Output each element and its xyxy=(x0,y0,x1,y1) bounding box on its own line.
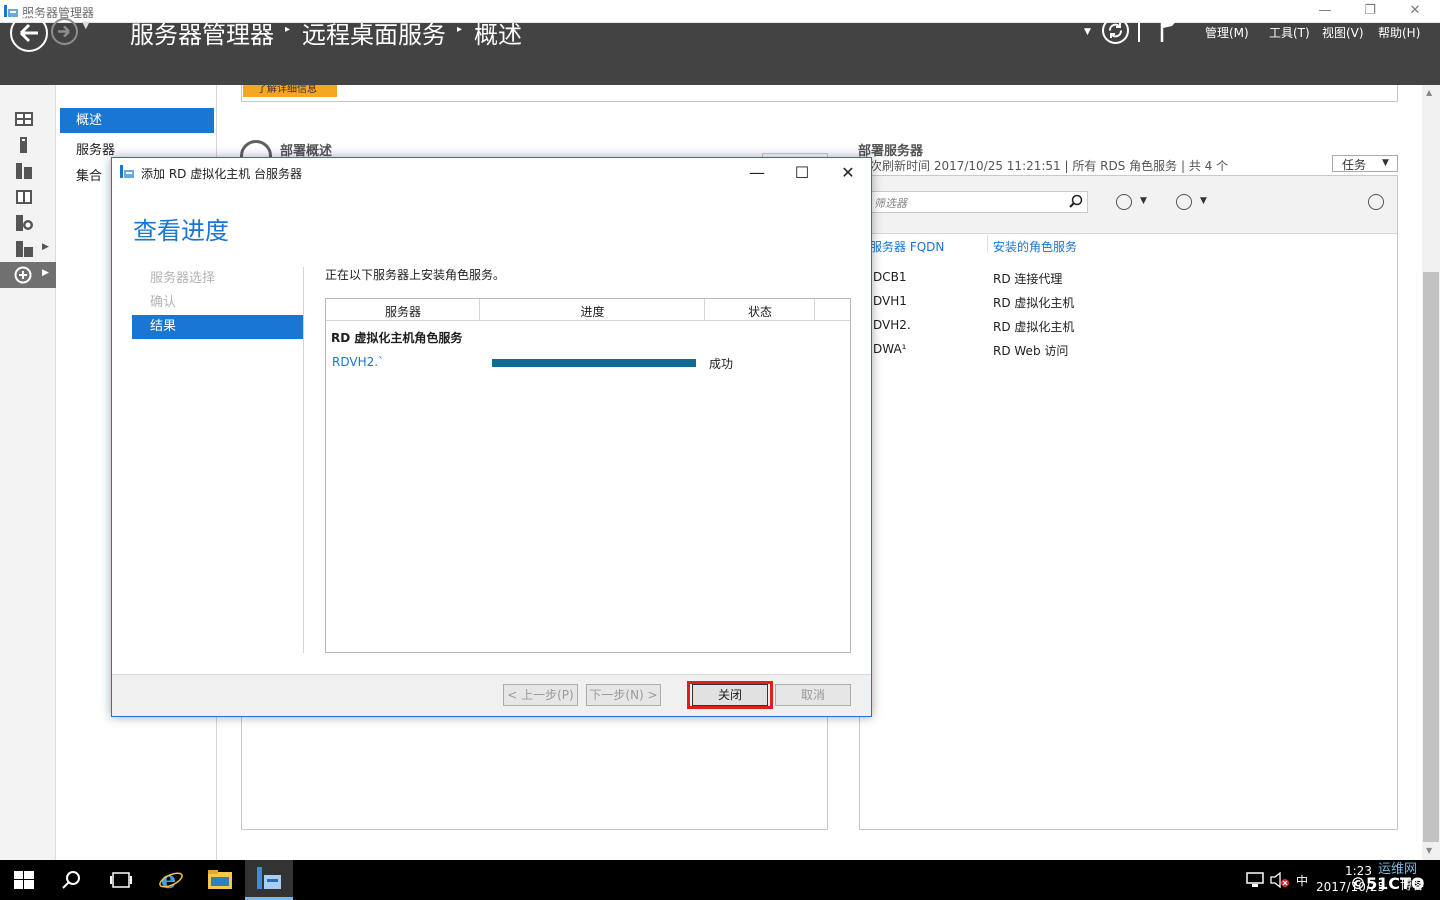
back-button[interactable] xyxy=(10,14,48,52)
step-confirmation: 确认 xyxy=(150,295,177,310)
save-query-icon[interactable] xyxy=(1176,194,1192,210)
internet-explorer-icon[interactable]: e xyxy=(158,866,184,892)
step-results[interactable]: 结果 xyxy=(132,315,303,339)
column-divider xyxy=(987,235,988,253)
column-header-progress[interactable]: 进度 xyxy=(480,303,705,320)
refresh-button[interactable] xyxy=(1102,17,1129,44)
dialog-minimize-button[interactable]: — xyxy=(742,162,772,184)
dialog-description: 正在以下服务器上安装角色服务。 xyxy=(325,268,506,282)
header-dropdown-icon[interactable]: ▼ xyxy=(1084,27,1091,37)
volume-muted-icon[interactable] xyxy=(1270,872,1290,888)
file-services-icon[interactable] xyxy=(14,188,34,206)
menu-manage[interactable]: 管理(M) xyxy=(1205,24,1249,41)
breadcrumb-server-manager[interactable]: 服务器管理器 xyxy=(130,15,274,50)
network-icon[interactable] xyxy=(1246,872,1264,888)
expand-arrow-icon[interactable]: ▶ xyxy=(42,268,49,278)
column-header-fqdn[interactable]: 服务器 FQDN xyxy=(870,238,944,255)
progress-table xyxy=(325,298,851,653)
scroll-up-icon[interactable]: ▲ xyxy=(1426,88,1432,97)
header-divider xyxy=(1138,20,1140,42)
next-button[interactable]: 下一步(N) > xyxy=(586,684,661,706)
local-server-icon[interactable] xyxy=(14,136,34,154)
cancel-button[interactable]: 取消 xyxy=(775,684,851,706)
server-role-cell: RD 连接代理 xyxy=(993,272,1063,286)
server-role-cell: RD 虚拟化主机 xyxy=(993,296,1075,310)
server-fqdn-cell[interactable]: DWA¹ xyxy=(873,342,906,356)
dialog-close-button[interactable]: 关闭 xyxy=(692,684,768,706)
progress-bar-fill xyxy=(492,359,696,367)
server-fqdn-cell[interactable]: DCB1 xyxy=(873,270,907,284)
back-arrow-icon xyxy=(19,23,38,43)
nav-item-servers[interactable]: 服务器 xyxy=(76,139,115,158)
iis-icon[interactable] xyxy=(14,214,34,232)
restore-button[interactable]: ❐ xyxy=(1347,0,1393,22)
dashboard-icon[interactable] xyxy=(14,110,34,128)
windows-start-icon[interactable] xyxy=(14,871,34,889)
forward-arrow-icon xyxy=(58,25,70,38)
dialog-server-icon xyxy=(120,165,134,178)
refresh-icon xyxy=(1109,23,1122,38)
watermark-blog-text: 博客 xyxy=(1400,878,1425,892)
scrollbar-thumb[interactable] xyxy=(1423,272,1439,842)
tasks-label: 任务 xyxy=(1342,158,1367,172)
close-button[interactable]: ✕ xyxy=(1392,0,1438,22)
breadcrumb-rds[interactable]: 远程桌面服务 xyxy=(302,15,446,50)
history-dropdown-icon[interactable]: ▼ xyxy=(82,20,90,31)
menu-help[interactable]: 帮助(H) xyxy=(1378,24,1420,41)
save-query-dropdown-icon[interactable]: ▼ xyxy=(1200,196,1207,206)
previous-button[interactable]: < 上一步(P) xyxy=(503,684,578,706)
filter-placeholder: 筛选器 xyxy=(874,197,907,210)
remote-access-icon[interactable] xyxy=(14,240,34,258)
dialog-maximize-button[interactable]: ☐ xyxy=(787,162,817,184)
column-header-roles[interactable]: 安装的角色服务 xyxy=(993,238,1077,255)
server-fqdn-cell[interactable]: DVH2. xyxy=(873,318,911,332)
dialog-close-x-button[interactable]: ✕ xyxy=(833,162,863,184)
breadcrumb-separator-icon: ▸ xyxy=(285,24,291,35)
minimize-button[interactable]: — xyxy=(1302,0,1348,22)
menu-view[interactable]: 视图(V) xyxy=(1322,24,1364,41)
learn-more-tab[interactable]: 了解详细信息 xyxy=(243,85,337,97)
deployment-overview-card xyxy=(241,714,828,830)
remote-desktop-services-icon xyxy=(14,266,32,284)
list-options-dropdown-icon[interactable]: ▼ xyxy=(1140,196,1147,206)
progress-row-status: 成功 xyxy=(709,357,734,371)
deployment-servers-card xyxy=(859,175,1398,830)
file-explorer-icon[interactable] xyxy=(207,868,233,890)
search-icon[interactable] xyxy=(1069,194,1083,208)
scroll-down-icon[interactable]: ▼ xyxy=(1426,846,1432,855)
step-server-selection: 服务器选择 xyxy=(150,271,216,286)
deployment-servers-subtitle: 次刷新时间 2017/10/25 11:21:51 | 所有 RDS 角色服务 … xyxy=(870,159,1229,173)
column-divider xyxy=(814,299,815,321)
dialog-title: 添加 RD 虚拟化主机 台服务器 xyxy=(141,167,303,181)
server-manager-taskbar-icon xyxy=(257,867,281,889)
breadcrumb-separator-icon: ▸ xyxy=(457,24,463,35)
nav-item-collections[interactable]: 集合 xyxy=(76,165,102,184)
input-method-indicator[interactable]: 中 xyxy=(1296,872,1308,889)
search-icon[interactable] xyxy=(62,870,82,890)
server-fqdn-cell[interactable]: DVH1 xyxy=(873,294,907,308)
dialog-divider xyxy=(303,267,304,653)
column-header-server[interactable]: 服务器 xyxy=(326,303,480,320)
task-view-icon[interactable] xyxy=(110,871,132,889)
progress-row-server[interactable]: RDVH2.` xyxy=(332,355,384,369)
breadcrumb-overview: 概述 xyxy=(474,21,522,49)
expand-arrow-icon[interactable]: ▶ xyxy=(42,242,49,252)
tasks-dropdown-icon: ▼ xyxy=(1382,158,1389,168)
server-role-cell: RD 虚拟化主机 xyxy=(993,320,1075,334)
all-servers-icon[interactable] xyxy=(14,162,34,180)
dialog-heading: 查看进度 xyxy=(133,217,229,245)
list-options-icon[interactable] xyxy=(1116,194,1132,210)
welcome-panel xyxy=(241,85,1398,102)
expand-chevron-icon[interactable] xyxy=(1368,194,1384,210)
notification-flag-icon[interactable] xyxy=(1160,16,1180,42)
column-header-status[interactable]: 状态 xyxy=(705,303,815,320)
menu-tools[interactable]: 工具(T) xyxy=(1269,24,1310,41)
nav-item-overview[interactable]: 概述 xyxy=(60,108,214,133)
role-service-group: RD 虚拟化主机角色服务 xyxy=(331,331,463,345)
forward-button[interactable] xyxy=(51,18,78,45)
server-role-cell: RD Web 访问 xyxy=(993,344,1069,358)
